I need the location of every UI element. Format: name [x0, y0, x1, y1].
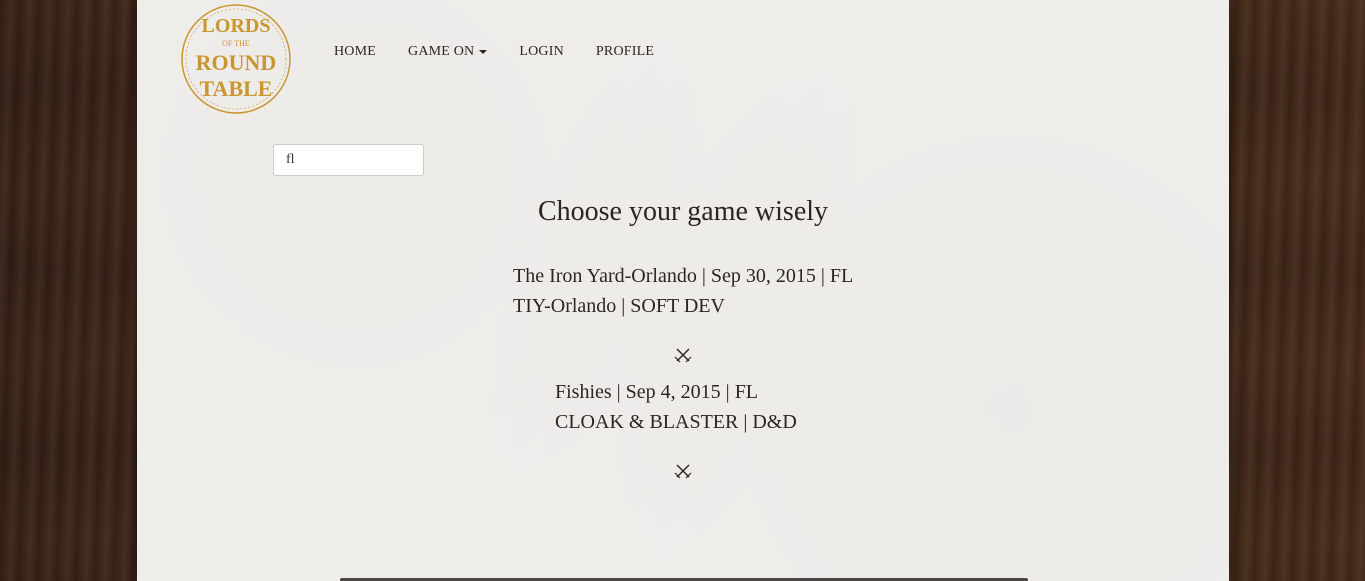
- caret-down-icon: [479, 50, 488, 54]
- logo-line-1: LORDS: [202, 15, 271, 37]
- logo-line-3: ROUND: [196, 50, 277, 75]
- logo-line-4: TABLE: [200, 76, 273, 101]
- lords-of-the-round-table-logo[interactable]: LORDS OF THE ROUND TABLE: [179, 2, 293, 116]
- logo-line-2: OF THE: [222, 39, 250, 48]
- crossed-swords-icon: [674, 464, 692, 479]
- crossed-swords-icon: [674, 348, 692, 363]
- search-input[interactable]: [273, 144, 424, 176]
- nav-login[interactable]: LOGIN: [519, 44, 564, 60]
- nav-game-on-dropdown[interactable]: GAME ON: [408, 44, 488, 60]
- nav-game-on-label: GAME ON: [408, 44, 475, 59]
- nav-home-label: HOME: [334, 44, 377, 59]
- nav-home[interactable]: HOME: [334, 44, 376, 60]
- game-group-info: CLOAK & BLASTER | D&D: [555, 411, 797, 433]
- game-listing[interactable]: The Iron Yard-Orlando | Sep 30, 2015 | F…: [513, 261, 853, 321]
- page-container: LORDS OF THE ROUND TABLE HOME GAME ON LO…: [137, 0, 1229, 581]
- game-group-info: TIY-Orlando | SOFT DEV: [513, 295, 725, 317]
- nav-profile[interactable]: PROFILE: [596, 44, 654, 60]
- nav-profile-label: PROFILE: [595, 44, 655, 59]
- main-nav: HOME GAME ON LOGIN PROFILE: [334, 42, 686, 62]
- game-details: Fishies | Sep 4, 2015 | FL: [555, 381, 759, 403]
- nav-login-label: LOGIN: [519, 44, 564, 59]
- game-listing[interactable]: Fishies | Sep 4, 2015 | FL CLOAK & BLAST…: [555, 377, 797, 437]
- page-title: Choose your game wisely: [537, 196, 829, 227]
- game-details: The Iron Yard-Orlando | Sep 30, 2015 | F…: [513, 265, 854, 287]
